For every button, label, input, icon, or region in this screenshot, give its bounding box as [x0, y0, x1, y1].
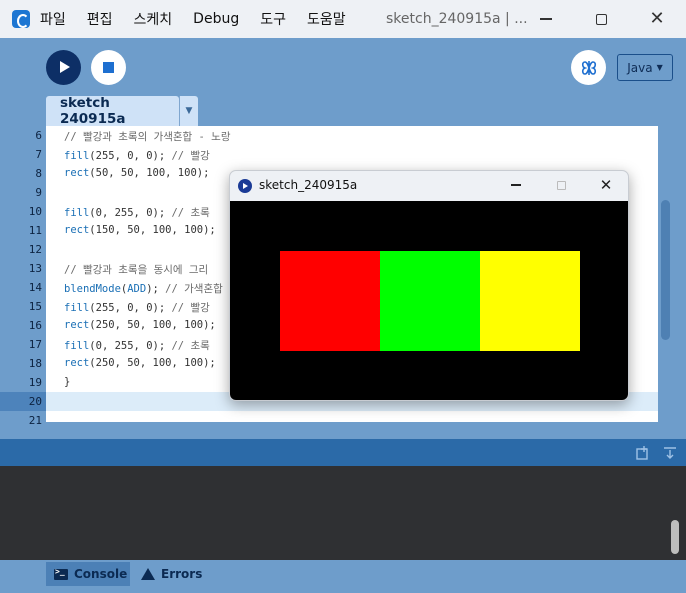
- sketch-window-title: sketch_240915a: [259, 178, 358, 192]
- line-number: 19: [28, 376, 42, 389]
- menu-tools[interactable]: 도구: [260, 9, 286, 29]
- tab-menu-button[interactable]: ▼: [179, 96, 198, 126]
- sketch-rect: [480, 251, 580, 351]
- sketch-window[interactable]: sketch_240915a ✕: [229, 170, 629, 401]
- line-number: 9: [35, 186, 42, 199]
- minimize-icon: [540, 18, 552, 20]
- code-line: // 빨강과 초록을 동시에 그리: [64, 264, 209, 276]
- code-line: rect(50, 50, 100, 100);: [64, 167, 210, 179]
- line-number: 18: [28, 357, 42, 370]
- line-number: 8: [35, 167, 42, 180]
- line-number: 7: [35, 148, 42, 161]
- minimize-button[interactable]: [535, 8, 557, 30]
- sketch-rect: [380, 251, 480, 351]
- menu-bar: 파일 편집 스케치 Debug 도구 도움말: [40, 0, 367, 38]
- line-number: 15: [28, 300, 42, 313]
- line-number: 11: [28, 224, 42, 237]
- sketch-canvas[interactable]: [230, 201, 628, 400]
- maximize-icon: [556, 180, 566, 190]
- processing-logo-icon: [12, 10, 30, 28]
- title-bar: 파일 편집 스케치 Debug 도구 도움말 sketch_240915a | …: [0, 0, 686, 38]
- errors-tab[interactable]: Errors: [139, 562, 202, 586]
- code-line: fill(0, 255, 0); // 초록: [64, 340, 210, 352]
- line-number: 17: [28, 338, 42, 351]
- chevron-down-icon: ▼: [185, 106, 193, 116]
- menu-edit[interactable]: 편집: [87, 9, 113, 29]
- butterfly-debug-icon: [581, 60, 596, 75]
- sketch-maximize-button[interactable]: [551, 175, 571, 195]
- mode-label: Java: [627, 60, 653, 75]
- code-line: rect(150, 50, 100, 100);: [64, 224, 216, 236]
- window-title: sketch_240915a | ...: [386, 11, 528, 27]
- scroll-lock-icon[interactable]: [662, 445, 678, 461]
- terminal-icon: [54, 567, 68, 580]
- line-number: 12: [28, 243, 42, 256]
- line-number: 10: [28, 205, 42, 218]
- menu-sketch[interactable]: 스케치: [134, 9, 173, 29]
- mode-selector[interactable]: Java ▼: [617, 54, 673, 81]
- tab-label: sketch 240915a: [60, 95, 126, 127]
- code-line: rect(250, 50, 100, 100);: [64, 319, 216, 331]
- code-line: fill(255, 0, 0); // 빨강: [64, 302, 210, 314]
- console-tab-label: Console: [74, 567, 128, 581]
- sketch-run-icon: [238, 179, 252, 193]
- code-line: fill(0, 255, 0); // 초록: [64, 207, 210, 219]
- errors-tab-label: Errors: [161, 567, 203, 581]
- code-line: rect(250, 50, 100, 100);: [64, 357, 216, 369]
- close-icon: ✕: [599, 175, 613, 194]
- menu-debug[interactable]: Debug: [193, 11, 239, 27]
- console-header: [0, 439, 686, 466]
- code-line: fill(255, 0, 0); // 빨강: [64, 150, 210, 162]
- sketch-minimize-button[interactable]: [506, 175, 526, 195]
- line-number: 13: [28, 262, 42, 275]
- editor-scrollbar-thumb[interactable]: [661, 200, 670, 340]
- console-tab[interactable]: Console: [46, 562, 130, 586]
- minimize-icon: [511, 184, 521, 186]
- line-number: 6: [35, 129, 42, 142]
- code-line: blendMode(ADD); // 가색혼합: [64, 283, 223, 295]
- run-button[interactable]: [46, 50, 81, 85]
- maximize-button[interactable]: [590, 8, 612, 30]
- tab-sketch[interactable]: sketch 240915a: [46, 95, 179, 127]
- line-number: 14: [28, 281, 42, 294]
- console-scrollbar-thumb[interactable]: [671, 520, 679, 554]
- sketch-rect: [280, 251, 380, 351]
- copy-console-icon[interactable]: [636, 445, 652, 461]
- sketch-close-button[interactable]: ✕: [596, 175, 616, 195]
- line-number: 21: [28, 414, 42, 427]
- menu-help[interactable]: 도움말: [307, 9, 346, 29]
- close-button[interactable]: ✕: [646, 8, 668, 30]
- code-line: // 빨강과 초록의 가색혼합 - 노랑: [64, 131, 231, 143]
- line-number: 16: [28, 319, 42, 332]
- close-icon: ✕: [649, 8, 665, 29]
- stop-button[interactable]: [91, 50, 126, 85]
- maximize-icon: [595, 13, 607, 25]
- chevron-down-icon: ▼: [656, 63, 663, 72]
- code-line: }: [64, 376, 71, 388]
- warning-icon: [141, 568, 155, 580]
- debugger-button[interactable]: [571, 50, 606, 85]
- menu-file[interactable]: 파일: [40, 9, 66, 29]
- console-output[interactable]: [0, 466, 686, 560]
- line-number: 20: [28, 395, 42, 408]
